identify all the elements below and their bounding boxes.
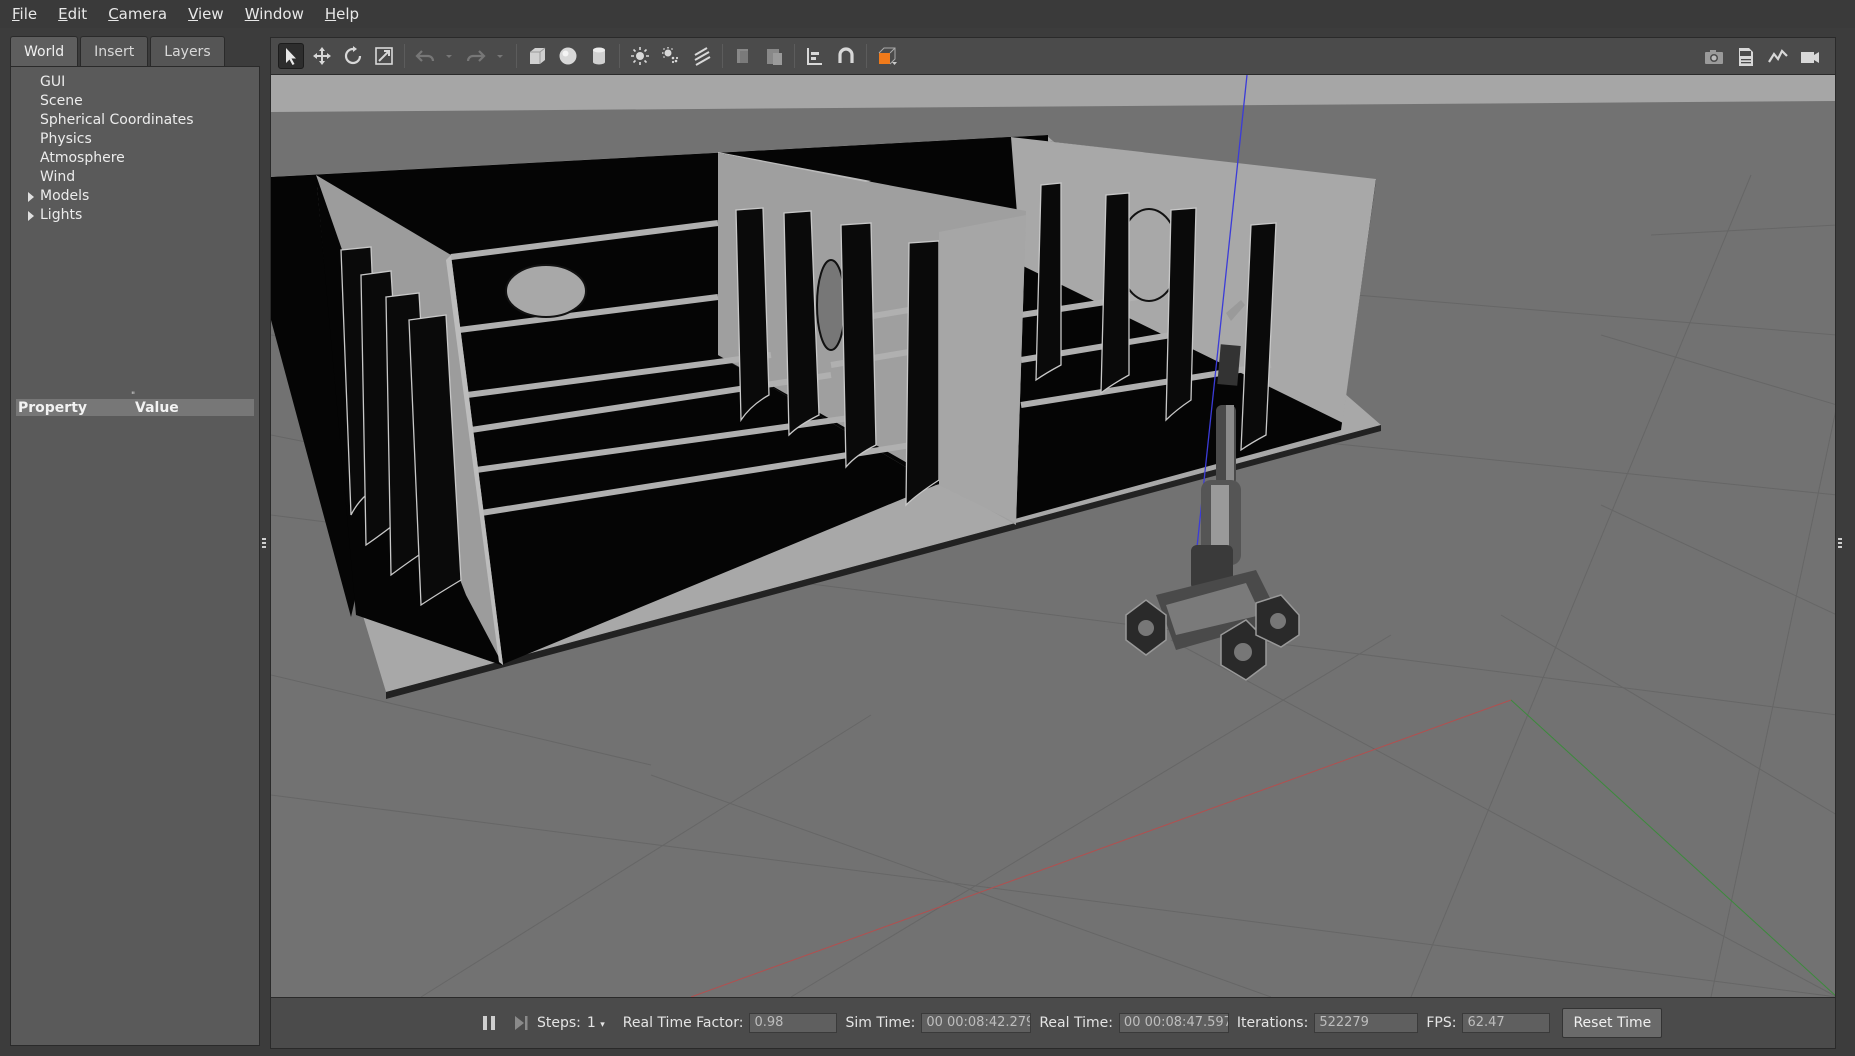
steps-dropdown-icon[interactable]: ▾ <box>600 1020 605 1030</box>
world-tree: GUI Scene Spherical Coordinates Physics … <box>11 73 259 225</box>
cylinder-icon[interactable] <box>586 43 612 69</box>
expand-arrow-icon[interactable] <box>28 192 34 202</box>
spot-light-icon[interactable] <box>658 43 684 69</box>
real-time-factor-field: 0.98 <box>749 1013 838 1033</box>
left-panel: World Insert Layers GUI Scene Spherical … <box>10 36 260 1046</box>
tree-item-label: Scene <box>40 93 83 109</box>
pause-icon[interactable] <box>479 1013 499 1033</box>
sim-time-field: 00 00:08:42.279 <box>921 1013 1032 1033</box>
property-column-header[interactable]: Property <box>16 400 135 416</box>
oval-cutout <box>505 264 587 318</box>
real-time-label: Real Time: <box>1039 1015 1113 1031</box>
toolbar-right-group <box>1695 44 1823 70</box>
menu-camera[interactable]: Camera <box>108 5 167 23</box>
property-table-header: Property Value <box>16 399 254 416</box>
left-panel-tabs: World Insert Layers <box>10 36 260 66</box>
align-icon[interactable] <box>802 43 828 69</box>
menu-window[interactable]: Window <box>245 5 304 23</box>
rotate-icon[interactable] <box>340 43 366 69</box>
select-arrow-icon[interactable] <box>278 43 304 69</box>
tree-item-scene[interactable]: Scene <box>11 92 259 111</box>
menu-help[interactable]: Help <box>325 5 359 23</box>
sim-controls: Steps: 1 ▾ Real Time Factor: 0.98 Sim Ti… <box>479 1008 1663 1038</box>
scene-render[interactable] <box>271 75 1836 997</box>
world-panel: GUI Scene Spherical Coordinates Physics … <box>10 66 260 1046</box>
video-record-icon[interactable] <box>1797 44 1823 70</box>
iterations-label: Iterations: <box>1236 1015 1309 1031</box>
undo-dropdown-icon[interactable] <box>443 43 455 69</box>
redo-icon[interactable] <box>463 43 489 69</box>
plot-icon[interactable] <box>1765 44 1791 70</box>
menu-edit[interactable]: Edit <box>58 5 87 23</box>
right-panel-collapse-handle[interactable] <box>1838 538 1842 548</box>
toolbar-separator <box>404 44 405 68</box>
snap-icon[interactable] <box>833 43 859 69</box>
tree-item-gui[interactable]: GUI <box>11 73 259 92</box>
toolbar-separator <box>866 44 867 68</box>
toolbar <box>270 37 1836 75</box>
menu-view[interactable]: View <box>188 5 224 23</box>
oval-cutout <box>816 259 846 351</box>
directional-light-icon[interactable] <box>689 43 715 69</box>
tree-item-physics[interactable]: Physics <box>11 130 259 149</box>
tree-item-atmosphere[interactable]: Atmosphere <box>11 149 259 168</box>
toolbar-separator <box>619 44 620 68</box>
bottom-status-bar: Steps: 1 ▾ Real Time Factor: 0.98 Sim Ti… <box>270 997 1836 1049</box>
tree-item-wind[interactable]: Wind <box>11 168 259 187</box>
tree-item-label: GUI <box>40 74 66 90</box>
3d-viewport[interactable] <box>270 75 1836 997</box>
log-icon[interactable] <box>1733 44 1759 70</box>
real-time-field: 00 00:08:47.597 <box>1118 1013 1229 1033</box>
point-light-icon[interactable] <box>627 43 653 69</box>
view-angle-icon[interactable] <box>874 43 900 69</box>
expand-arrow-icon[interactable] <box>28 211 34 221</box>
menu-bar: File Edit Camera View Window Help <box>0 0 1855 28</box>
undo-icon[interactable] <box>412 43 438 69</box>
sphere-icon[interactable] <box>555 43 581 69</box>
steps-spinbox[interactable]: 1 ▾ <box>587 1015 605 1031</box>
tree-item-label: Lights <box>40 207 83 223</box>
tab-world[interactable]: World <box>10 36 79 66</box>
toolbar-separator <box>794 44 795 68</box>
screenshot-icon[interactable] <box>1701 44 1727 70</box>
tree-item-label: Wind <box>40 169 76 185</box>
reset-time-button[interactable]: Reset Time <box>1562 1008 1663 1038</box>
fps-label: FPS: <box>1426 1015 1457 1031</box>
steps-label: Steps: <box>537 1015 581 1031</box>
tree-item-spherical-coordinates[interactable]: Spherical Coordinates <box>11 111 259 130</box>
paste-icon[interactable] <box>761 43 787 69</box>
step-icon[interactable] <box>511 1013 531 1033</box>
real-time-factor-label: Real Time Factor: <box>622 1015 744 1031</box>
middle-front-panel <box>939 215 1026 523</box>
toolbar-separator <box>722 44 723 68</box>
tree-item-lights[interactable]: Lights <box>11 206 259 225</box>
fps-field: 62.47 <box>1462 1013 1551 1033</box>
left-panel-collapse-handle[interactable] <box>262 538 266 548</box>
redo-dropdown-icon[interactable] <box>494 43 506 69</box>
toolbar-separator <box>516 44 517 68</box>
translate-icon[interactable] <box>309 43 335 69</box>
tab-layers[interactable]: Layers <box>150 36 225 66</box>
tab-insert[interactable]: Insert <box>80 36 149 66</box>
tree-item-label: Spherical Coordinates <box>40 112 194 128</box>
copy-icon[interactable] <box>730 43 756 69</box>
sim-time-label: Sim Time: <box>845 1015 916 1031</box>
menu-file[interactable]: File <box>12 5 37 23</box>
value-column-header[interactable]: Value <box>135 400 179 416</box>
tree-item-label: Physics <box>40 131 92 147</box>
tree-item-label: Atmosphere <box>40 150 125 166</box>
iterations-field: 522279 <box>1314 1013 1419 1033</box>
scale-icon[interactable] <box>371 43 397 69</box>
tree-item-models[interactable]: Models <box>11 187 259 206</box>
box-icon[interactable] <box>524 43 550 69</box>
tree-item-label: Models <box>40 188 90 204</box>
